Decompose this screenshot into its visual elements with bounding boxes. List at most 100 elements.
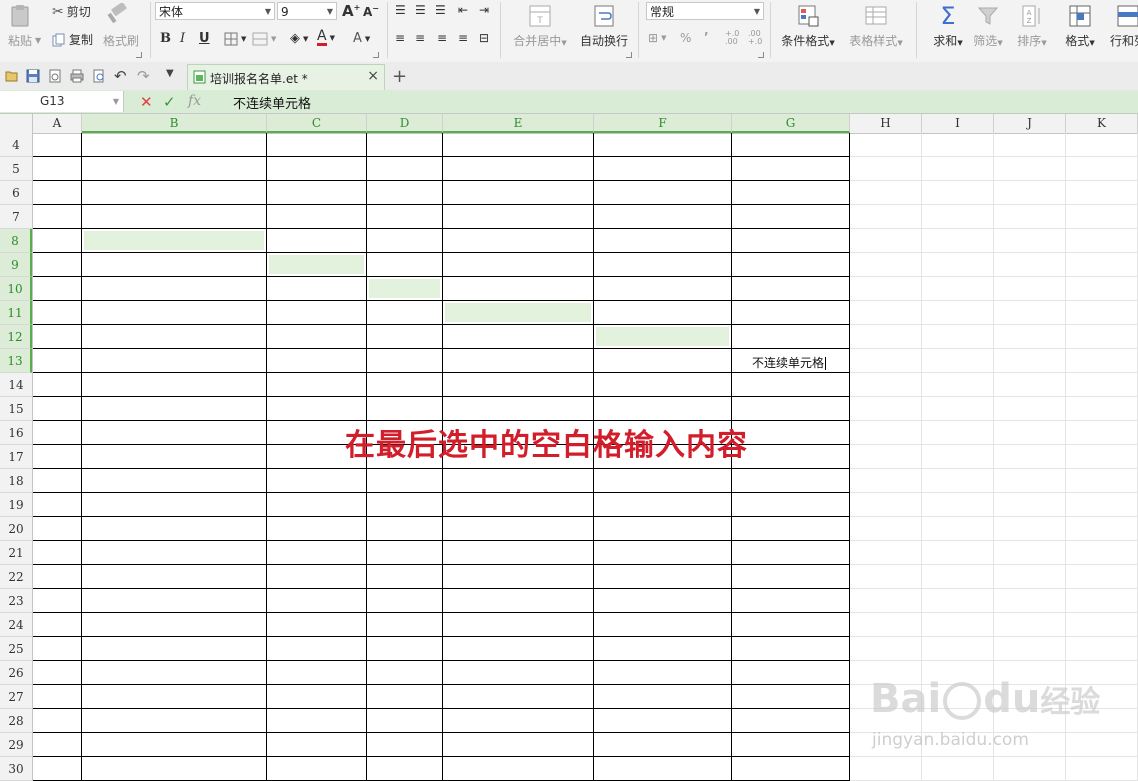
- column-header-E[interactable]: E: [443, 114, 594, 133]
- row-header-7[interactable]: 7: [0, 205, 32, 229]
- close-tab-icon[interactable]: ×: [367, 68, 379, 84]
- paste-icon[interactable]: [8, 4, 34, 28]
- align-bottom-button[interactable]: ☰: [435, 3, 446, 17]
- column-header-G[interactable]: G: [732, 114, 850, 133]
- column-header-I[interactable]: I: [922, 114, 994, 133]
- percent-button[interactable]: %: [680, 31, 691, 45]
- dec-decimal-button[interactable]: .00 +.0: [748, 30, 762, 46]
- decrease-font-button[interactable]: A−: [363, 4, 379, 19]
- copy-button[interactable]: 复制: [52, 31, 93, 48]
- column-header-D[interactable]: D: [367, 114, 443, 133]
- align-right-button[interactable]: ≡: [437, 31, 447, 45]
- row-header-16[interactable]: 16: [0, 421, 32, 445]
- row-header-8[interactable]: 8: [0, 229, 32, 253]
- row-header-11[interactable]: 11: [0, 301, 32, 325]
- align-middle-button[interactable]: ☰: [415, 3, 426, 17]
- cell-reference: G13: [40, 94, 65, 108]
- row-header-23[interactable]: 23: [0, 589, 32, 613]
- select-all-corner[interactable]: [0, 114, 33, 133]
- row-header-26[interactable]: 26: [0, 661, 32, 685]
- print-icon[interactable]: [70, 69, 84, 83]
- column-header-J[interactable]: J: [994, 114, 1066, 133]
- confirm-entry-icon[interactable]: ✓: [163, 93, 176, 111]
- font-color-button[interactable]: A ▼: [317, 29, 335, 46]
- undo-icon[interactable]: ↶: [114, 67, 128, 85]
- align-top-button[interactable]: ☰: [395, 3, 406, 17]
- merge-small-button[interactable]: ▼: [252, 32, 276, 46]
- row-header-15[interactable]: 15: [0, 397, 32, 421]
- currency-button[interactable]: ⊞ ▼: [648, 31, 666, 45]
- align-center-button[interactable]: ≡: [415, 31, 425, 45]
- eraser-icon: A: [353, 31, 362, 46]
- document-tab[interactable]: 培训报名名单.et * ×: [187, 64, 385, 90]
- row-header-18[interactable]: 18: [0, 469, 32, 493]
- row-header-10[interactable]: 10: [0, 277, 32, 301]
- justify-button[interactable]: ≡: [458, 31, 468, 45]
- row-header-28[interactable]: 28: [0, 709, 32, 733]
- format-painter-icon[interactable]: [104, 3, 128, 25]
- row-header-6[interactable]: 6: [0, 181, 32, 205]
- row-header-25[interactable]: 25: [0, 637, 32, 661]
- spreadsheet-file-icon: [193, 70, 206, 84]
- column-header-A[interactable]: A: [33, 114, 82, 133]
- row-header-9[interactable]: 9: [0, 253, 32, 277]
- quick-access-dropdown-icon[interactable]: ▼: [166, 68, 180, 82]
- bold-button[interactable]: B: [160, 31, 171, 46]
- increase-indent-button[interactable]: ⇥: [479, 3, 489, 17]
- underline-button[interactable]: U: [199, 31, 210, 46]
- open-folder-icon[interactable]: [5, 69, 19, 83]
- row-header-5[interactable]: 5: [0, 157, 32, 181]
- wrap-text-button[interactable]: 自动换行: [572, 2, 636, 49]
- active-cell-G13[interactable]: 不连续单元格: [752, 354, 827, 371]
- rowcol-button[interactable]: 行和列: [1100, 2, 1138, 49]
- inc-decimal-button[interactable]: +.0.00: [725, 30, 739, 46]
- column-header-B[interactable]: B: [82, 114, 267, 133]
- redo-icon[interactable]: ↷: [137, 67, 151, 85]
- row-header-4[interactable]: 4: [0, 133, 32, 157]
- format-painter-button[interactable]: 格式刷: [103, 32, 139, 49]
- merge-center-button[interactable]: T 合并居中▼: [508, 2, 572, 49]
- column-header-K[interactable]: K: [1066, 114, 1138, 133]
- distribute-button[interactable]: ⊟: [479, 31, 489, 45]
- cancel-entry-icon[interactable]: ✕: [140, 93, 153, 111]
- italic-button[interactable]: I: [180, 31, 185, 46]
- font-name-select[interactable]: 宋体 ▼: [155, 2, 275, 20]
- cond-format-button[interactable]: 条件格式▼: [776, 2, 840, 49]
- outdent-icon: ⇤: [458, 3, 469, 17]
- row-header-27[interactable]: 27: [0, 685, 32, 709]
- column-header-F[interactable]: F: [594, 114, 732, 133]
- name-box[interactable]: G13 ▼: [0, 91, 124, 112]
- row-header-12[interactable]: 12: [0, 325, 32, 349]
- row-header-24[interactable]: 24: [0, 613, 32, 637]
- table-style-button[interactable]: 表格样式▼: [844, 2, 908, 49]
- row-header-14[interactable]: 14: [0, 373, 32, 397]
- row-header-29[interactable]: 29: [0, 733, 32, 757]
- formula-input[interactable]: 不连续单元格: [233, 93, 311, 112]
- row-header-30[interactable]: 30: [0, 757, 32, 781]
- row-header-20[interactable]: 20: [0, 517, 32, 541]
- function-icon[interactable]: fx: [188, 93, 201, 109]
- number-format-select[interactable]: 常规 ▼: [646, 2, 764, 20]
- new-tab-icon[interactable]: +: [392, 66, 407, 87]
- row-header-22[interactable]: 22: [0, 565, 32, 589]
- export-icon[interactable]: [48, 69, 62, 83]
- row-header-19[interactable]: 19: [0, 493, 32, 517]
- font-size-select[interactable]: 9 ▼: [277, 2, 337, 20]
- cut-button[interactable]: ✂ 剪切: [52, 3, 91, 20]
- column-header-C[interactable]: C: [267, 114, 367, 133]
- print-preview-icon[interactable]: [92, 69, 106, 83]
- row-header-13[interactable]: 13: [0, 349, 32, 373]
- increase-font-button[interactable]: A+: [342, 2, 360, 20]
- border-button[interactable]: ▼: [224, 32, 246, 46]
- row-header-21[interactable]: 21: [0, 541, 32, 565]
- font-size-value: 9: [281, 5, 289, 19]
- row-header-17[interactable]: 17: [0, 445, 32, 469]
- decrease-indent-button[interactable]: ⇤: [458, 3, 468, 17]
- fill-color-button[interactable]: ◈ ▼: [290, 31, 308, 46]
- save-icon[interactable]: [26, 69, 40, 83]
- align-left-button[interactable]: ≡: [395, 31, 405, 45]
- comma-button[interactable]: ’: [704, 30, 709, 44]
- column-header-H[interactable]: H: [850, 114, 922, 133]
- clear-format-button[interactable]: A ▼: [353, 31, 370, 46]
- paste-button[interactable]: 粘贴 ▼: [8, 32, 41, 49]
